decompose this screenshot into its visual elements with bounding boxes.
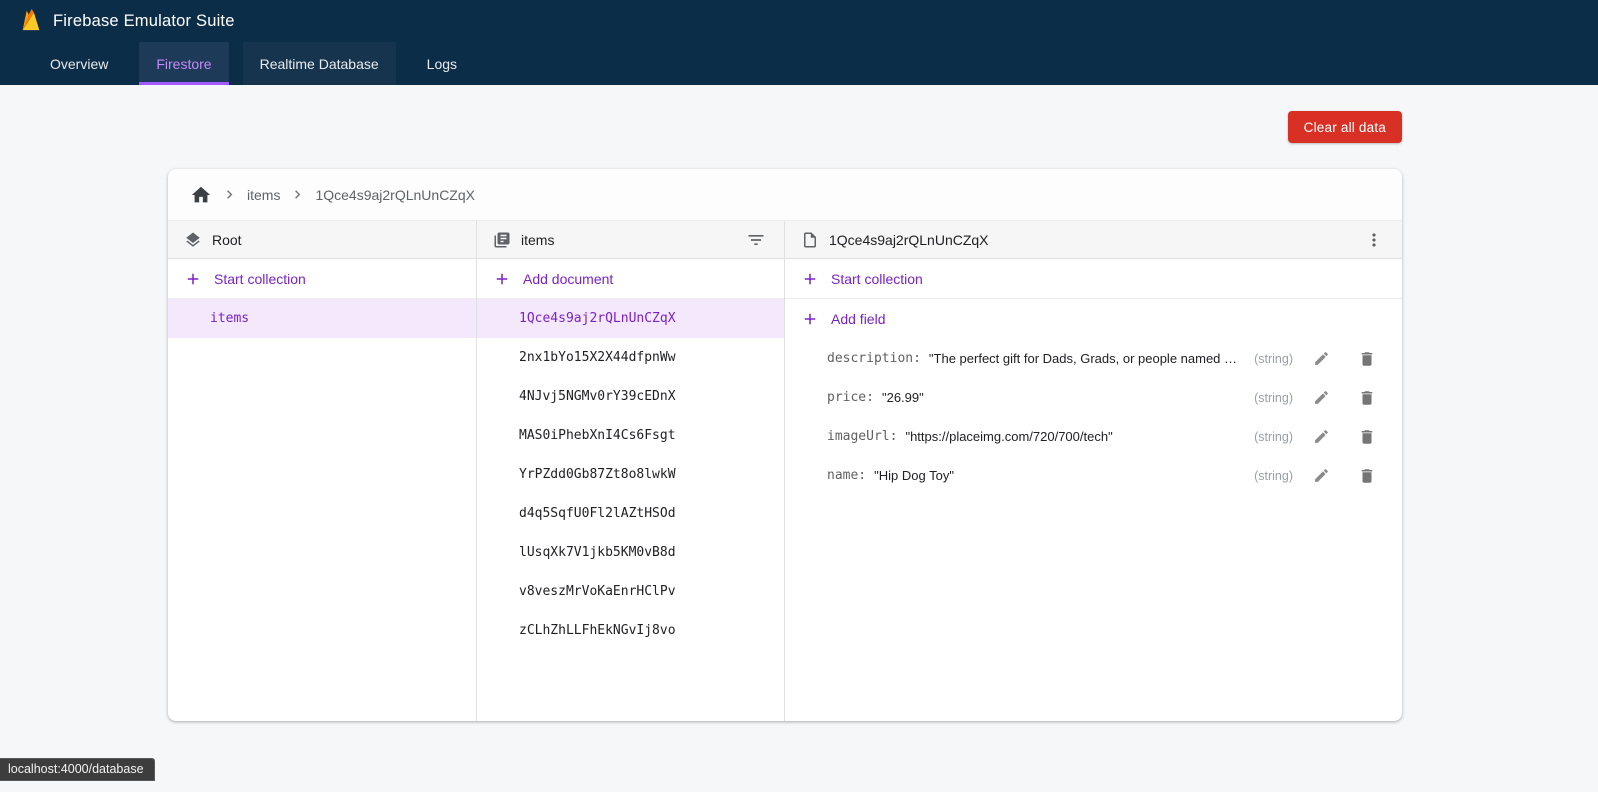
field-key: imageUrl: [827,429,897,444]
document-list-item[interactable]: 4NJvj5NGMv0rY39cEDnX [477,377,784,416]
root-panel-header: Root [168,221,476,259]
tab-logs[interactable]: Logs [410,42,474,85]
app-header: Firebase Emulator Suite [0,0,1598,42]
field-row: name: "Hip Dog Toy" (string) [785,456,1402,495]
start-collection-button[interactable]: Start collection [785,259,1402,299]
field-value: "https://placeimg.com/720/700/tech" [905,429,1112,444]
field-value: "Hip Dog Toy" [874,468,954,483]
add-field-label: Add field [831,311,885,327]
field-row: description: "The perfect gift for Dads,… [785,339,1402,378]
document-list-item[interactable]: v8veszMrVoKaEnrHClPv [477,572,784,611]
breadcrumb-collection[interactable]: items [247,187,280,203]
document-list-item[interactable]: MAS0iPhebXnI4Cs6Fsgt [477,416,784,455]
document-list-item[interactable]: 1Qce4s9aj2rQLnUnCZqX [477,299,784,338]
tab-overview[interactable]: Overview [33,42,125,85]
edit-field-button[interactable] [1309,463,1334,488]
breadcrumb-document: 1Qce4s9aj2rQLnUnCZqX [315,187,475,203]
field-type: (string) [1242,469,1293,483]
plus-icon [184,270,202,288]
document-icon [801,231,819,249]
document-panel-header: 1Qce4s9aj2rQLnUnCZqX [785,221,1402,259]
start-collection-label: Start collection [214,271,306,287]
field-key: name: [827,468,866,483]
collection-panel-header: items [477,221,784,259]
field-key: price: [827,390,874,405]
edit-field-button[interactable] [1309,385,1334,410]
toolbar: Clear all data [168,111,1402,143]
field-type: (string) [1242,391,1293,405]
field-row: price: "26.99" (string) [785,378,1402,417]
main-nav: Overview Firestore Realtime Database Log… [0,42,1598,85]
root-panel-title: Root [212,232,242,248]
document-list-item[interactable]: 2nx1bYo15X2X44dfpnWw [477,338,784,377]
plus-icon [493,270,511,288]
collection-icon [493,231,511,249]
collection-panel-title: items [521,232,554,248]
document-list-item[interactable]: zCLhZhLLFhEkNGvIj8vo [477,611,784,650]
field-value: "The perfect gift for Dads, Grads, or pe… [929,351,1242,366]
clear-all-data-button[interactable]: Clear all data [1288,111,1402,143]
more-vert-icon[interactable] [1362,228,1386,252]
panel-columns: Root Start collection items items [168,221,1402,721]
start-collection-button[interactable]: Start collection [168,259,476,299]
firebase-logo-icon [21,8,41,34]
document-list-item[interactable]: d4q5SqfU0Fl2lAZtHSOd [477,494,784,533]
delete-field-button[interactable] [1354,385,1380,411]
document-panel-title: 1Qce4s9aj2rQLnUnCZqX [829,232,989,248]
tab-firestore[interactable]: Firestore [139,42,228,85]
document-list-item[interactable]: YrPZdd0Gb87Zt8o8lwkW [477,455,784,494]
add-field-button[interactable]: Add field [785,299,1402,339]
field-value: "26.99" [882,390,924,405]
document-list-item[interactable]: lUsqXk7V1jkb5KM0vB8d [477,533,784,572]
plus-icon [801,310,819,328]
app-title: Firebase Emulator Suite [53,12,235,31]
home-icon[interactable] [190,184,212,206]
add-document-button[interactable]: Add document [477,259,784,299]
plus-icon [801,270,819,288]
tab-realtime-database[interactable]: Realtime Database [243,42,396,85]
chevron-right-icon [289,186,306,203]
add-document-label: Add document [523,271,613,287]
firestore-browser-card: items 1Qce4s9aj2rQLnUnCZqX Root [168,169,1402,721]
field-row: imageUrl: "https://placeimg.com/720/700/… [785,417,1402,456]
filter-icon[interactable] [744,228,768,252]
status-link-preview: localhost:4000/database [0,758,155,781]
collection-list-item[interactable]: items [168,299,476,338]
field-type: (string) [1242,430,1293,444]
delete-field-button[interactable] [1354,463,1380,489]
delete-field-button[interactable] [1354,424,1380,450]
layers-icon [184,231,202,249]
breadcrumb: items 1Qce4s9aj2rQLnUnCZqX [168,169,1402,221]
document-panel: 1Qce4s9aj2rQLnUnCZqX Start collection A [784,221,1402,721]
start-collection-label: Start collection [831,271,923,287]
edit-field-button[interactable] [1309,424,1334,449]
chevron-right-icon [221,186,238,203]
edit-field-button[interactable] [1309,346,1334,371]
root-panel: Root Start collection items [168,221,476,721]
collection-panel: items Add document 1Qce4s9aj2rQLnUnCZqX … [476,221,784,721]
delete-field-button[interactable] [1354,346,1380,372]
field-type: (string) [1242,352,1293,366]
main-content: Clear all data items 1Qce4s9aj2rQLnUnCZq… [0,111,1598,721]
field-key: description: [827,351,921,366]
